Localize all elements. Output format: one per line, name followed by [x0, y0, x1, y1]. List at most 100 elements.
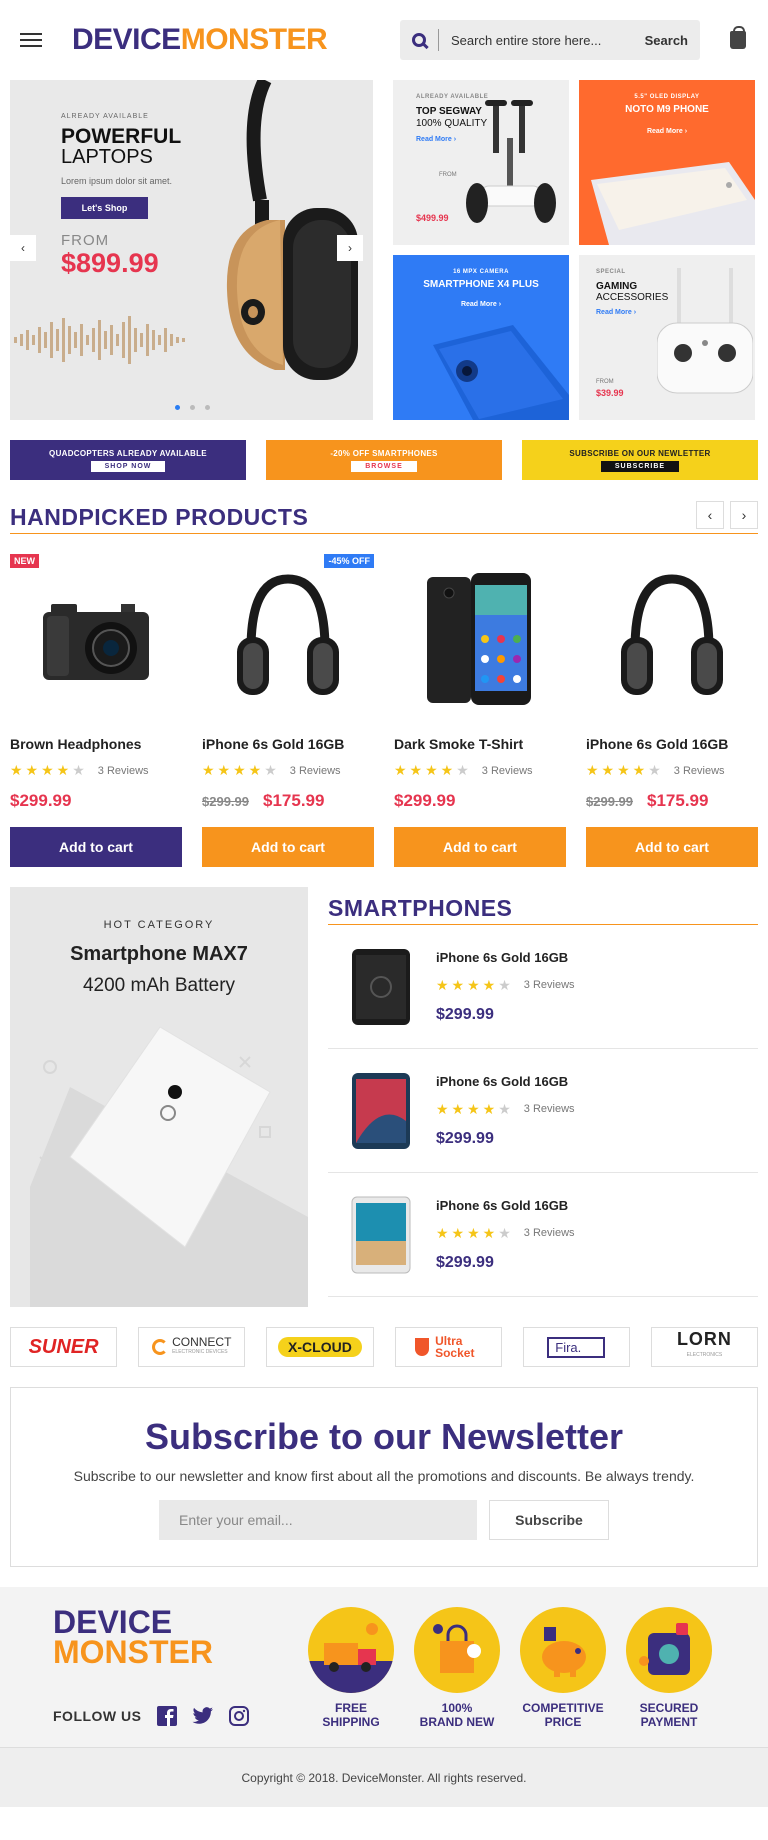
list-item-image[interactable]	[328, 947, 434, 1027]
list-item-price: $299.99	[436, 1253, 494, 1271]
hot-category-banner[interactable]: HOT CATEGORY Smartphone MAX7 4200 mAh Ba…	[10, 887, 308, 1307]
promo-smartphones-text: -20% OFF SMARTPHONES	[330, 448, 438, 458]
add-to-cart-button[interactable]: Add to cart	[202, 827, 374, 867]
brand-logos: SUNER CONNECT ELECTRONIC DEVICES X-CLOUD…	[0, 1327, 768, 1367]
lets-shop-button[interactable]: Let's Shop	[61, 197, 148, 219]
reviews-count[interactable]: 3 Reviews	[290, 765, 341, 777]
product-prices: $299.99 $175.99	[586, 791, 758, 811]
brand-connect[interactable]: CONNECT ELECTRONIC DEVICES	[138, 1327, 246, 1367]
tile-segway[interactable]: ALREADY AVAILABLE TOP SEGWAY 100% QUALIT…	[393, 80, 569, 245]
reviews-count[interactable]: 3 Reviews	[98, 765, 149, 777]
tile-noto-title: NOTO M9 PHONE	[625, 104, 709, 115]
feature-line1: FREE	[334, 1701, 367, 1715]
brand-lorn[interactable]: LORN ELECTRONICS	[650, 1327, 759, 1367]
tile-gaming-from: FROM	[596, 379, 614, 385]
slider-next-button[interactable]: ›	[337, 235, 363, 261]
list-item-name[interactable]: iPhone 6s Gold 16GB	[436, 950, 575, 965]
cart-bag-icon[interactable]	[730, 26, 746, 49]
browse-button[interactable]: BROWSE	[351, 460, 417, 472]
copyright-text: Copyright © 2018. DeviceMonster. All rig…	[241, 1770, 527, 1785]
list-item-image[interactable]	[328, 1195, 434, 1275]
headphones-product-image	[621, 574, 723, 695]
twitter-icon[interactable]	[192, 1705, 214, 1727]
product-prices: $299.99 $175.99	[202, 791, 374, 811]
add-to-cart-button[interactable]: Add to cart	[394, 827, 566, 867]
reviews-count[interactable]: 3 Reviews	[524, 979, 575, 991]
follow-us: FOLLOW US	[53, 1705, 250, 1727]
brand-lorn-text: LORN	[676, 1329, 732, 1349]
brand-ultra-socket-text: Ultra Socket	[435, 1334, 475, 1360]
product-price: $175.99	[263, 791, 325, 810]
tile-gaming-read-more[interactable]: Read More ›	[596, 309, 636, 316]
feature-free-shipping: FREE SHIPPING	[308, 1607, 394, 1729]
handpicked-header: HANDPICKED PRODUCTS ‹ ›	[10, 501, 758, 534]
hero-description: Lorem ipsum dolor sit amet.	[61, 176, 173, 186]
segway-image	[466, 100, 556, 223]
chevron-left-icon[interactable]: ‹	[696, 501, 724, 529]
hero-section: ALREADY AVAILABLE POWERFUL LAPTOPS Lorem…	[0, 80, 768, 420]
logo[interactable]: DEVICE MONSTER	[72, 23, 328, 57]
email-field[interactable]	[159, 1500, 477, 1540]
product-image[interactable]	[394, 554, 566, 724]
reviews-count[interactable]: 3 Reviews	[524, 1227, 575, 1239]
list-item-info: iPhone 6s Gold 16GB ★★★★★ 3 Reviews $299…	[436, 1198, 575, 1272]
facebook-icon[interactable]	[156, 1705, 178, 1727]
product-rating: ★★★★★ 3 Reviews	[10, 762, 182, 779]
chevron-right-icon[interactable]: ›	[730, 501, 758, 529]
search-icon[interactable]	[412, 33, 426, 47]
slider-dot-3[interactable]	[205, 405, 210, 410]
brand-fira[interactable]: Fira.	[522, 1327, 630, 1367]
list-item-name[interactable]: iPhone 6s Gold 16GB	[436, 1074, 575, 1089]
tile-gaming-accessories[interactable]: SPECIAL GAMING ACCESSORIES Read More › F…	[579, 255, 755, 420]
tile-noto-phone[interactable]: 5.5" OLED DISPLAY NOTO M9 PHONE Read Mor…	[579, 80, 755, 245]
add-to-cart-button[interactable]: Add to cart	[586, 827, 758, 867]
headphones-product-image	[237, 574, 339, 695]
tile-smartphone-x4[interactable]: 16 MPX CAMERA SMARTPHONE X4 PLUS Read Mo…	[393, 255, 569, 420]
slider-dot-1[interactable]	[175, 405, 180, 410]
search-input[interactable]	[451, 32, 611, 48]
product-name[interactable]: Dark Smoke T-Shirt	[394, 736, 566, 752]
add-to-cart-button[interactable]: Add to cart	[10, 827, 182, 867]
product-name[interactable]: Brown Headphones	[10, 736, 182, 752]
tile-x4-read-more[interactable]: Read More ›	[393, 301, 569, 308]
product-price: $299.99	[10, 791, 72, 810]
connect-logo-icon	[152, 1339, 169, 1355]
tile-segway-read-more[interactable]: Read More ›	[416, 136, 456, 143]
feature-line2: PAYMENT	[640, 1715, 698, 1729]
product-name[interactable]: iPhone 6s Gold 16GB	[586, 736, 758, 752]
tile-noto-read-more[interactable]: Read More ›	[579, 128, 755, 135]
brand-suner[interactable]: SUNER	[10, 1327, 118, 1367]
search-bar: Search	[400, 20, 700, 60]
menu-icon[interactable]	[20, 33, 42, 47]
list-item-image[interactable]	[328, 1071, 434, 1151]
brand-xcloud[interactable]: X-CLOUD	[266, 1327, 374, 1367]
smartphone-x4-image	[433, 325, 569, 420]
subscribe-button[interactable]: Subscribe	[489, 1500, 609, 1540]
features-row: FREE SHIPPING 100% BRAND NEW COMPETITIVE PR…	[308, 1607, 712, 1729]
reviews-count[interactable]: 3 Reviews	[674, 765, 725, 777]
product-name[interactable]: iPhone 6s Gold 16GB	[202, 736, 374, 752]
footer-logo-device: DEVICE	[53, 1604, 173, 1640]
reviews-count[interactable]: 3 Reviews	[524, 1103, 575, 1115]
slider-dot-2[interactable]	[190, 405, 195, 410]
handpicked-arrows: ‹ ›	[696, 501, 758, 529]
product-rating: ★★★★★ 3 Reviews	[202, 762, 374, 779]
product-card: iPhone 6s Gold 16GB ★★★★★ 3 Reviews $299…	[586, 554, 758, 867]
footer: DEVICE MONSTER FOLLOW US FREE SHIPPING 1…	[0, 1587, 768, 1747]
product-card: NEW Brown Headphones ★★★★★ 3 Reviews $29…	[10, 554, 182, 867]
search-button[interactable]: Search	[645, 33, 688, 48]
instagram-icon[interactable]	[228, 1705, 250, 1727]
slider-prev-button[interactable]: ‹	[10, 235, 36, 261]
shop-now-button[interactable]: SHOP NOW	[90, 460, 166, 472]
subscribe-strip-button[interactable]: SUBSCRIBE	[600, 460, 680, 472]
product-image[interactable]	[586, 554, 758, 724]
product-image[interactable]	[10, 554, 182, 724]
reviews-count[interactable]: 3 Reviews	[482, 765, 533, 777]
feature-line2: PRICE	[544, 1715, 582, 1729]
product-image[interactable]	[202, 554, 374, 724]
list-item-name[interactable]: iPhone 6s Gold 16GB	[436, 1198, 575, 1213]
footer-logo[interactable]: DEVICE MONSTER	[53, 1604, 213, 1668]
list-item-rating: ★★★★★ 3 Reviews	[436, 977, 575, 994]
smartphone-product-image	[427, 573, 531, 705]
brand-ultra-socket[interactable]: Ultra Socket	[394, 1327, 502, 1367]
